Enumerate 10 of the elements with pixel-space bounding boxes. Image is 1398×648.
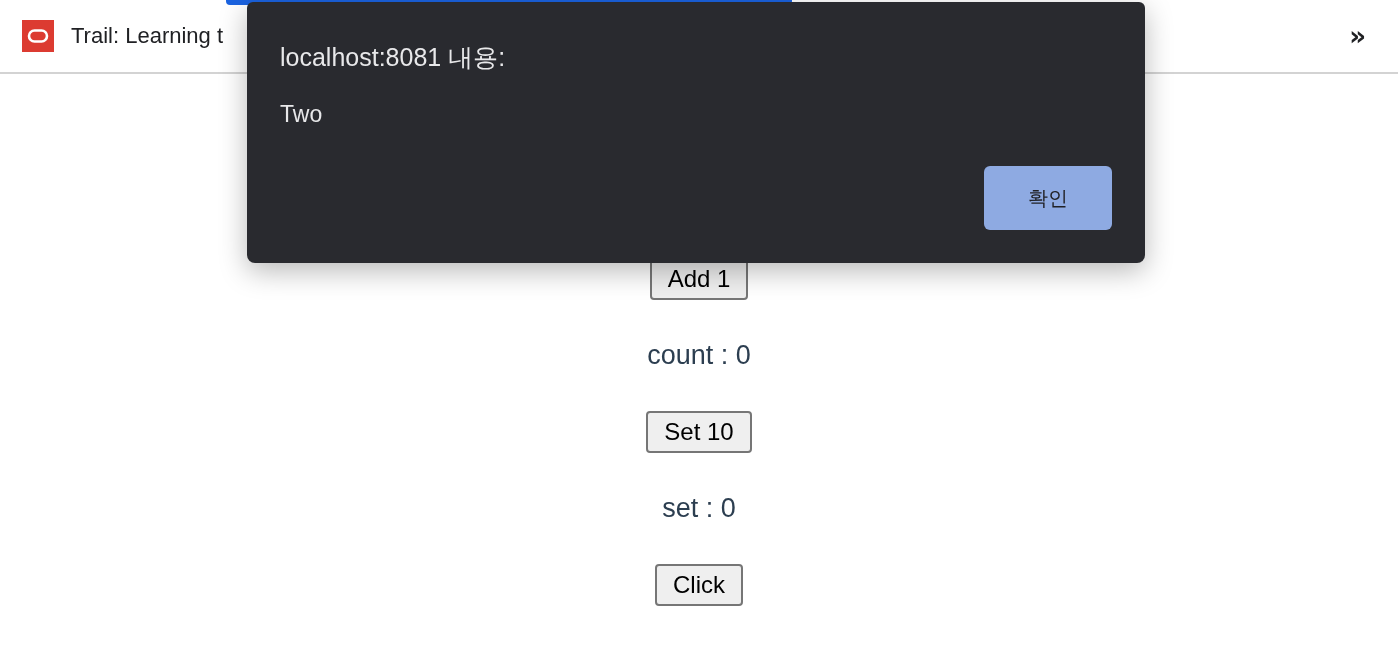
counter-text: set : 0 — [662, 492, 736, 525]
counter-text: count : 0 — [647, 339, 751, 372]
dialog-title: localhost:8081 내용: — [280, 42, 506, 73]
more-bookmarks-button[interactable]: » — [1345, 21, 1370, 51]
action-button[interactable]: Click — [655, 564, 743, 606]
dialog-message: Two — [280, 100, 323, 129]
logo-icon — [22, 20, 54, 52]
action-button[interactable]: Set 10 — [646, 411, 752, 453]
bookmark-link[interactable]: Trail: Learning t — [22, 20, 224, 52]
ok-button[interactable]: 확인 — [984, 166, 1112, 230]
